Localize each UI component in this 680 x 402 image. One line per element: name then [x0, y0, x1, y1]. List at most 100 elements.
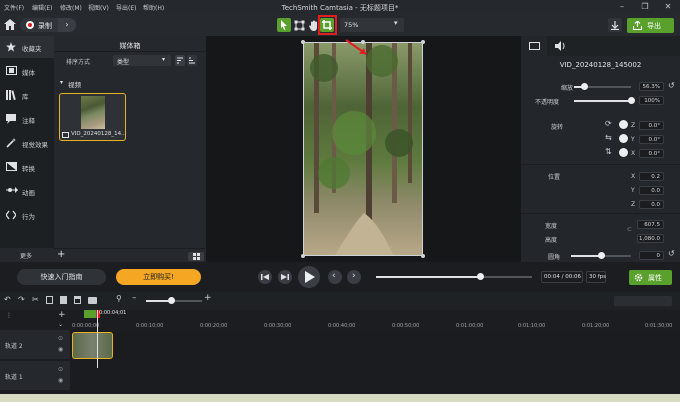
rotation-z-value[interactable]: 0.0°	[639, 121, 664, 130]
track-header-1[interactable]: 轨道 1 ⊙ ◉	[0, 361, 70, 391]
resize-handle[interactable]	[421, 40, 425, 44]
position-x-value[interactable]: 0.2	[639, 172, 664, 181]
playback-progress-bar[interactable]	[376, 273, 532, 280]
next-marker-icon[interactable]: ›	[347, 270, 361, 284]
timeline-zoom-slider[interactable]	[146, 297, 202, 304]
copy-icon[interactable]	[46, 296, 53, 304]
video-frame[interactable]	[303, 42, 423, 256]
slider-knob[interactable]	[597, 252, 605, 259]
slider-knob[interactable]	[627, 97, 635, 104]
download-icon[interactable]	[608, 18, 622, 32]
opacity-value[interactable]: 100%	[639, 96, 664, 105]
lock-icon[interactable]: ⊙	[58, 366, 63, 373]
video-file-icon	[62, 132, 69, 138]
reset-icon[interactable]: ↺	[668, 249, 675, 258]
home-icon[interactable]	[4, 19, 16, 30]
rotation-y-value[interactable]: 0.0°	[639, 135, 664, 144]
nav-item-library[interactable]: 库	[0, 84, 54, 106]
tab-visual-properties[interactable]	[521, 36, 547, 56]
rotation-dial[interactable]	[619, 134, 628, 143]
width-value[interactable]: 607.5	[637, 220, 664, 229]
slider-knob[interactable]	[167, 297, 175, 304]
media-clip-thumbnail[interactable]: VID_20240128_14...	[59, 93, 126, 141]
canvas-preview[interactable]	[206, 36, 521, 262]
film-icon	[6, 66, 17, 75]
grid-view-icon[interactable]	[188, 252, 204, 261]
clip-preview-image	[81, 96, 105, 129]
transform-tool-icon[interactable]	[292, 18, 306, 32]
playhead-knob[interactable]	[477, 273, 485, 280]
collapse-triangle-icon[interactable]: ▾	[60, 79, 63, 86]
opacity-slider[interactable]	[574, 97, 635, 104]
split-icon[interactable]	[74, 296, 81, 304]
link-icon[interactable]: ⊂	[627, 226, 632, 233]
record-button[interactable]: 录制 ›	[20, 18, 76, 32]
nav-item-visual-effects[interactable]: 视觉效果	[0, 132, 54, 154]
rotation-dial[interactable]	[619, 120, 628, 129]
reset-icon[interactable]: ↺	[668, 81, 675, 90]
properties-button[interactable]: 属性	[629, 270, 672, 285]
eye-icon[interactable]: ◉	[58, 346, 63, 353]
lock-icon[interactable]: ⊙	[58, 335, 63, 342]
slider-knob[interactable]	[580, 83, 588, 90]
minimize-icon[interactable]: –	[617, 2, 627, 12]
maximize-icon[interactable]: ❐	[640, 2, 650, 12]
collapse-tracks-icon[interactable]: ⌄	[58, 321, 63, 328]
playhead-in[interactable]	[84, 310, 88, 318]
quick-start-guide-button[interactable]: 快速入门指南	[17, 269, 106, 285]
export-button[interactable]: 导出	[627, 18, 674, 33]
pos-y-axis-label: Y	[631, 187, 635, 194]
resize-handle[interactable]	[301, 40, 305, 44]
zoom-in-icon[interactable]: +	[204, 293, 212, 303]
timeline-clip[interactable]	[72, 332, 113, 359]
rotation-x-value[interactable]: 0.0°	[639, 149, 664, 158]
tab-audio-properties[interactable]	[547, 36, 573, 56]
nav-item-annotations[interactable]: 注释	[0, 108, 54, 130]
play-button[interactable]	[298, 266, 320, 288]
add-track-icon[interactable]: +	[58, 310, 66, 320]
position-z-value[interactable]: 0.0	[639, 200, 664, 209]
eye-icon[interactable]: ◉	[58, 377, 63, 384]
rotation-dial[interactable]	[619, 148, 628, 157]
zoom-select[interactable]: 75% ▾	[340, 18, 404, 32]
next-frame-icon[interactable]	[278, 270, 292, 284]
track-label: 轨道 2	[5, 343, 23, 350]
previous-frame-icon[interactable]	[258, 270, 272, 284]
cut-icon[interactable]: ✂	[32, 295, 39, 304]
nav-item-media[interactable]: 媒体	[0, 60, 54, 82]
zoom-out-icon[interactable]: –	[132, 293, 137, 303]
timeline-ruler[interactable]: ⋮ + ⌄ 0:00:04;01 0:00:00;00 0:00:10;00 0…	[0, 310, 680, 330]
track-header-2[interactable]: 轨道 2 ⊙ ◉	[0, 330, 70, 360]
close-icon[interactable]: ✕	[663, 2, 673, 12]
track-options-icon[interactable]: ⋮	[6, 312, 12, 319]
previous-marker-icon[interactable]: ‹	[328, 270, 342, 284]
nav-item-transitions[interactable]: 转换	[0, 156, 54, 178]
paste-icon[interactable]	[60, 296, 67, 304]
buy-now-button[interactable]: 立即购买!	[116, 269, 201, 285]
camera-icon[interactable]	[88, 297, 97, 304]
corner-slider[interactable]	[571, 252, 631, 259]
more-button[interactable]: 更多	[0, 248, 54, 262]
sort-descending-icon[interactable]	[187, 55, 197, 66]
undo-icon[interactable]: ↶	[4, 295, 11, 304]
position-y-value[interactable]: 0.0	[639, 186, 664, 195]
scale-slider[interactable]	[574, 83, 631, 90]
select-tool-icon[interactable]	[277, 18, 291, 32]
redo-icon[interactable]: ↷	[18, 295, 25, 304]
corner-value[interactable]: 0	[639, 251, 664, 260]
add-media-icon[interactable]: +	[57, 249, 65, 260]
height-value[interactable]: 1,080.0	[637, 234, 664, 243]
resize-handle[interactable]	[421, 254, 425, 258]
timeline-scrollbar[interactable]	[614, 296, 672, 306]
zoom-search-icon[interactable]: ⚲	[116, 294, 122, 303]
crop-tool-icon[interactable]	[320, 18, 334, 32]
nav-item-animations[interactable]: 动画	[0, 180, 54, 202]
sort-select[interactable]: 类型 ▾	[113, 55, 171, 66]
nav-label: 库	[22, 93, 29, 101]
chevron-right-icon[interactable]: ›	[58, 18, 76, 32]
sort-ascending-icon[interactable]	[175, 55, 185, 66]
nav-item-behaviors[interactable]: 行为	[0, 204, 54, 226]
nav-item-favorites[interactable]: 收藏夹	[0, 36, 54, 58]
scale-value[interactable]: 56.3%	[639, 82, 664, 91]
resize-handle[interactable]	[301, 254, 305, 258]
